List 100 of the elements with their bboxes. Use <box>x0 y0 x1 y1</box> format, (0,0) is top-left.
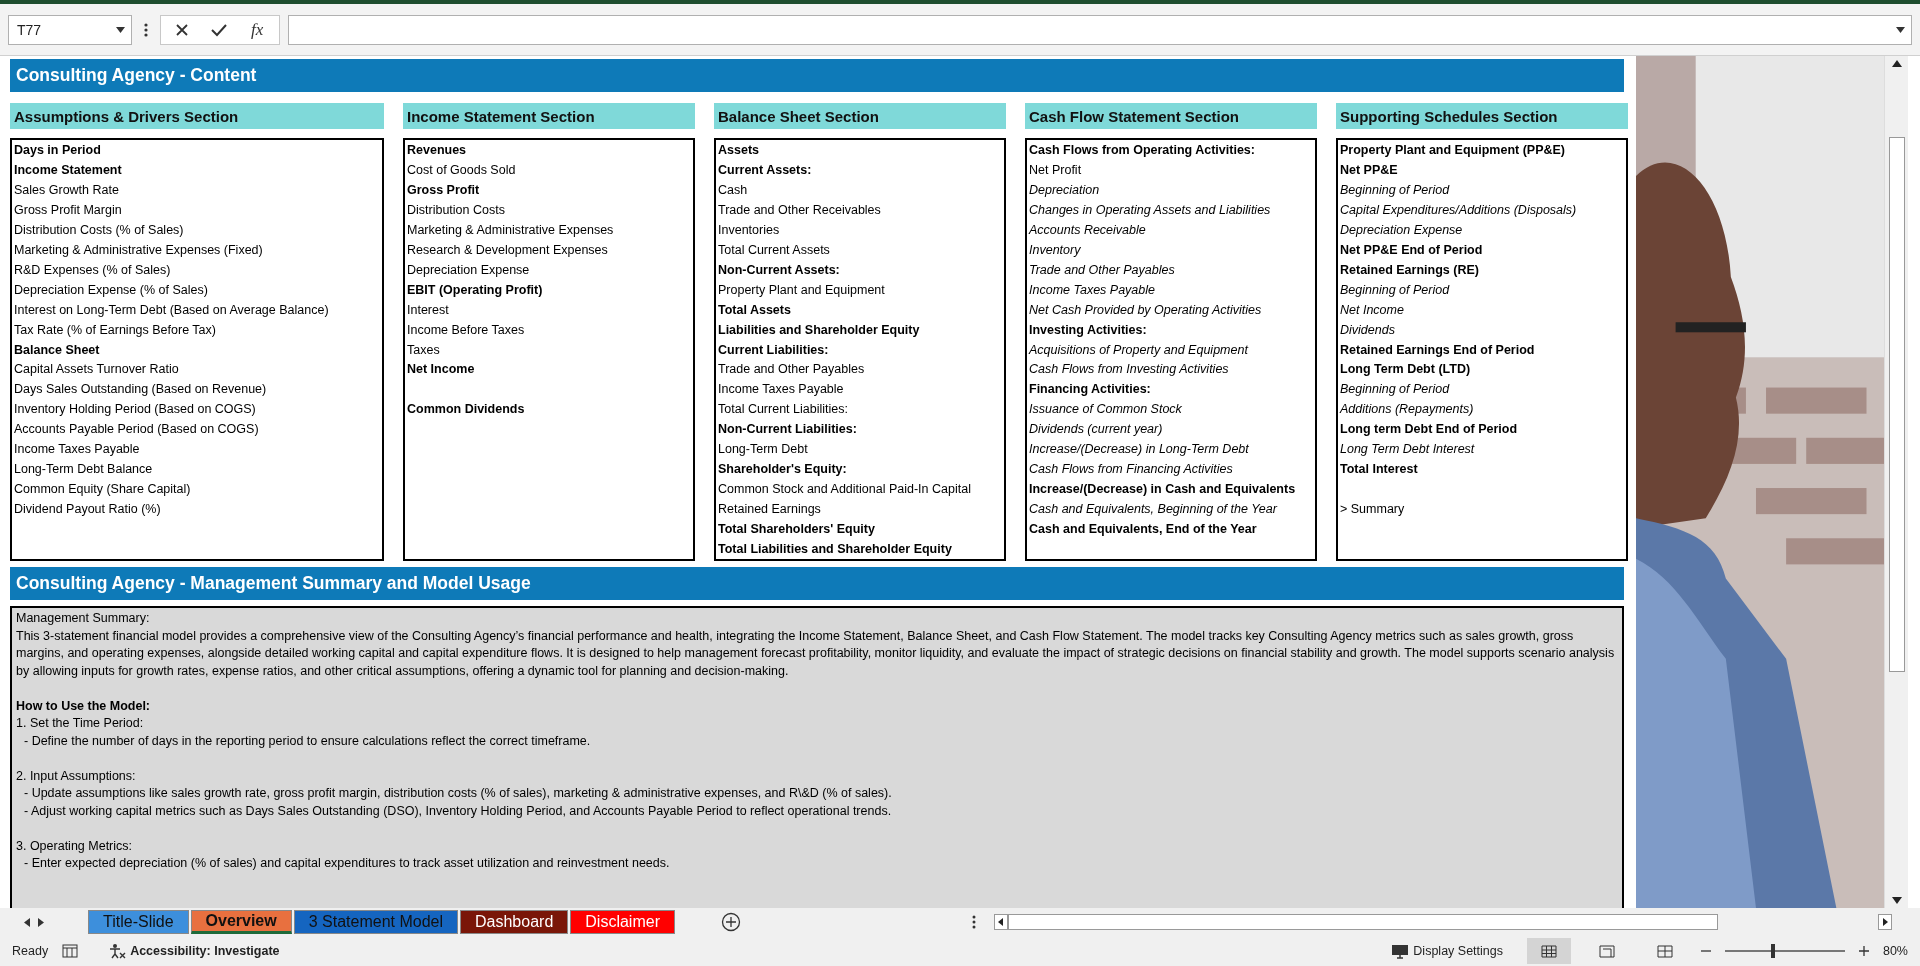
zoom-in-icon[interactable] <box>1858 946 1869 956</box>
view-button[interactable] <box>1526 938 1571 964</box>
summary-text: - Update assumptions like sales growth rate, gross profit margin, distribution costs (% of sales), marketing & administrative expenses, and R\&D (% of sales). <box>23 785 893 802</box>
list-item: Common Dividends <box>407 401 526 419</box>
list-item: Inventories <box>718 221 781 239</box>
sheet-tab[interactable]: Disclaimer <box>570 910 675 934</box>
display-settings[interactable]: Display Settings <box>1413 944 1503 958</box>
section-banner: Consulting Agency - Management Summary and Model Usage <box>10 567 1624 600</box>
accessibility-icon[interactable] <box>108 943 127 959</box>
scroll-right-icon[interactable] <box>1878 914 1892 930</box>
list-item: Days Sales Outstanding (Based on Revenue) <box>14 381 268 399</box>
list-item: Interest <box>407 301 450 319</box>
list-item: Distribution Costs (% of Sales) <box>14 221 185 239</box>
list-item: Dividends <box>1340 321 1396 339</box>
sheet-tab[interactable]: Dashboard <box>460 910 569 934</box>
list-item: Property Plant and Equipment <box>718 281 886 299</box>
summary-text: This 3-statement financial model provides a comprehensive view of the Consulting Agency’s financial performance and health, integrating the Income Statement, Balance Sheet, and Cash Flow Statement. The model tracks key Consulting Agency metrics such as sales growth, gross margins, and operating expenses, alongside detailed working capital and capital expenditure flows. It is designed to help management forecast profitability, monitor liquidity, and evaluate the impact of strategic decisions on financial stability and growth. The model supports scenario analysis by allowing inputs for growth rates, expense ratios, and other critical assumptions, offering a dynamic tool for planning and decision-making. <box>16 627 1616 680</box>
list-item: Inventory Holding Period (Based on COGS) <box>14 401 257 419</box>
list-item: Beginning of Period <box>1340 181 1451 199</box>
scroll-up-icon[interactable] <box>1891 60 1902 67</box>
list-item: Research & Development Expenses <box>407 241 609 259</box>
list-item: Total Shareholders' Equity <box>718 521 876 539</box>
list-item: Cash and Equivalents, End of the Year <box>1029 521 1258 539</box>
list-item: Retained Earnings End of Period <box>1340 341 1536 359</box>
insert-function-button[interactable]: fx <box>245 19 270 40</box>
list-item: Income Taxes Payable <box>1029 281 1156 299</box>
sheet-tab[interactable]: Overview <box>190 910 292 934</box>
dropdown-caret-icon[interactable] <box>116 26 125 33</box>
list-item: Increase/(Decrease) in Long-Term Debt <box>1029 441 1250 459</box>
section-heading: Balance Sheet Section <box>714 103 1006 129</box>
list-item: Capital Assets Turnover Ratio <box>14 361 180 379</box>
sheet-tab[interactable]: Title-Slide <box>88 910 189 934</box>
section-heading: Cash Flow Statement Section <box>1025 103 1317 129</box>
list-item: Dividend Payout Ratio (%) <box>14 501 162 519</box>
list-item: Cash Flows from Financing Activities <box>1029 461 1234 479</box>
monitor-icon[interactable] <box>1391 943 1410 959</box>
list-item: Common Stock and Additional Paid-In Capital <box>718 481 972 499</box>
macro-icon[interactable] <box>62 944 79 958</box>
list-item: Long-Term Debt Balance <box>14 461 154 479</box>
list-item: Gross Profit <box>407 181 481 199</box>
accessibility-status[interactable]: Accessibility: Investigate <box>130 944 280 958</box>
list-item: Income Before Taxes <box>407 321 526 339</box>
list-item: Net Income <box>407 361 476 379</box>
list-item: Sales Growth Rate <box>14 181 120 199</box>
zoom-slider-thumb[interactable] <box>1770 944 1775 958</box>
list-item: Non-Current Liabilities: <box>718 421 858 439</box>
list-item: Additions (Repayments) <box>1340 401 1475 419</box>
section-heading: Income Statement Section <box>403 103 695 129</box>
list-item: Days in Period <box>14 142 102 159</box>
list-item: Total Interest <box>1340 461 1419 479</box>
list-item: Capital Expenditures/Additions (Disposals) <box>1340 201 1578 219</box>
list-item: Non-Current Assets: <box>718 261 841 279</box>
list-item: Cash Flows from Operating Activities: <box>1029 142 1256 159</box>
name-box[interactable]: T77 <box>8 14 132 45</box>
list-item: Issuance of Common Stock <box>1029 401 1183 419</box>
list-item: EBIT (Operating Profit) <box>407 281 544 299</box>
scroll-down-icon[interactable] <box>1891 897 1902 904</box>
summary-text: How to Use the Model: <box>16 697 152 715</box>
list-item: Net Cash Provided by Operating Activities <box>1029 301 1263 319</box>
page-break-icon <box>1656 944 1673 958</box>
zoom-level[interactable]: 80% <box>1882 944 1908 958</box>
section-heading: Supporting Schedules Section <box>1336 103 1628 129</box>
list-item: Increase/(Decrease) in Cash and Equivalents <box>1029 481 1297 499</box>
list-item: Inventory <box>1029 241 1082 259</box>
list-item: Accounts Receivable <box>1029 221 1147 239</box>
zoom-slider[interactable] <box>1724 944 1845 958</box>
list-item: Trade and Other Receivables <box>718 201 882 219</box>
dropdown-caret-icon[interactable] <box>1896 26 1905 33</box>
list-item: Income Statement <box>14 161 123 179</box>
status-mode: Ready <box>12 944 49 958</box>
list-item: Retained Earnings <box>718 501 822 519</box>
list-item: Taxes <box>407 341 441 359</box>
summary-text: 3. Operating Metrics: <box>16 837 133 855</box>
list-item: Cash Flows from Investing Activities <box>1029 361 1230 379</box>
summary-text: - Adjust working capital metrics such as Days Sales Outstanding (DSO), Inventory Holding Period, and Accounts Payable Period to reflect operational trends. <box>23 802 893 820</box>
list-item: Gross Profit Margin <box>14 201 123 219</box>
section-heading: Assumptions & Drivers Section <box>10 103 384 129</box>
list-item: Total Current Liabilities: <box>718 401 849 419</box>
list-item: Marketing & Administrative Expenses <box>407 221 615 239</box>
list-item: Depreciation Expense <box>1340 221 1464 239</box>
list-item: Net Profit <box>1029 161 1083 179</box>
list-item: Balance Sheet <box>14 341 101 359</box>
list-item: Net PP&E End of Period <box>1340 241 1484 259</box>
list-item: Long-Term Debt <box>718 441 809 459</box>
list-item: Current Liabilities: <box>718 341 830 359</box>
summary-text: - Define the number of days in the reporting period to ensure calculations reflect the correct timeframe. <box>23 732 592 750</box>
list-item: Current Assets: <box>718 161 813 179</box>
scroll-left-icon[interactable] <box>994 914 1008 930</box>
list-item: Long term Debt End of Period <box>1340 421 1519 439</box>
summary-text: Management Summary: <box>16 610 151 627</box>
list-item: Cost of Goods Sold <box>407 161 517 179</box>
list-item: Retained Earnings (RE) <box>1340 261 1480 279</box>
list-item: Marketing & Administrative Expenses (Fixed) <box>14 241 264 259</box>
list-item: Investing Activities: <box>1029 321 1148 339</box>
list-item: Dividends (current year) <box>1029 421 1164 439</box>
list-item: Property Plant and Equipment (PP&E) <box>1340 142 1567 159</box>
formula-input[interactable] <box>288 14 1912 45</box>
vertical-scrollbar[interactable] <box>1884 56 1908 908</box>
list-item: Net Income <box>1340 301 1405 319</box>
horizontal-scrollbar[interactable] <box>1008 914 1718 930</box>
